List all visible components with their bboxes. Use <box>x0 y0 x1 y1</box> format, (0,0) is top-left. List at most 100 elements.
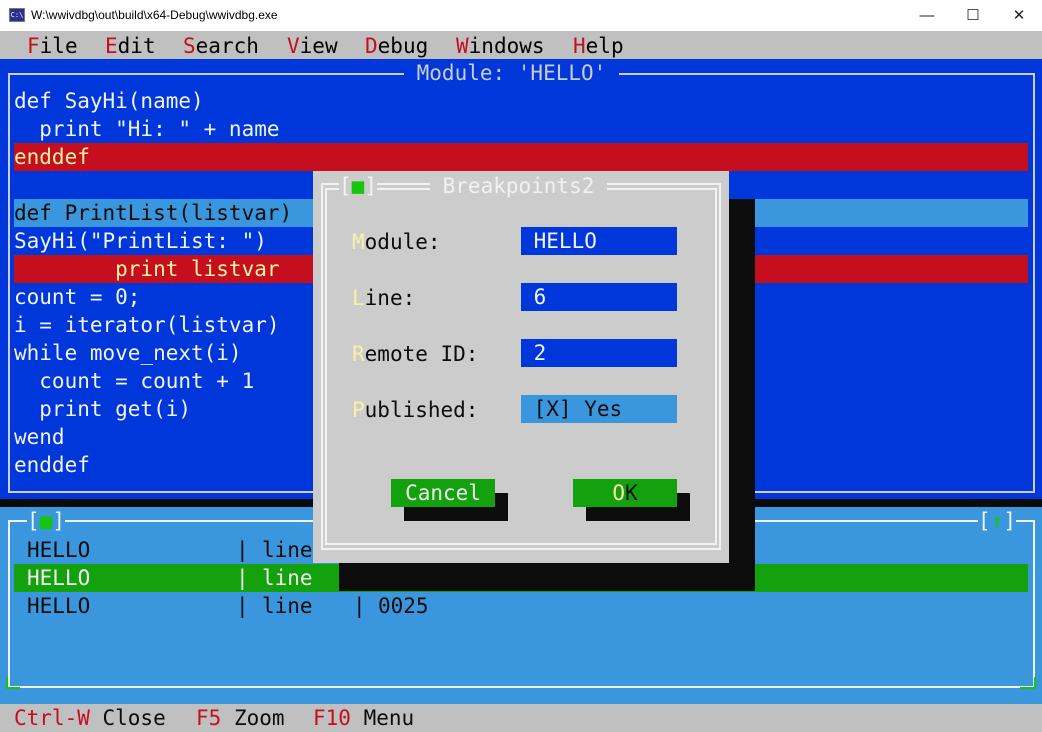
resize-corner-right[interactable] <box>1034 677 1036 689</box>
ok-label: O <box>612 481 625 505</box>
maximize-button[interactable]: ☐ <box>950 0 996 31</box>
menu-windows-label: indows <box>468 34 545 58</box>
row-separator: | <box>236 538 249 562</box>
code-line[interactable]: count = count + 1 <box>14 367 254 395</box>
remote-id-label-hotkey: R <box>352 342 365 366</box>
dialog-frame-bottom-inner <box>325 543 717 545</box>
code-line[interactable]: count = 0; <box>14 283 140 311</box>
list-frame-bottom <box>8 686 1035 688</box>
menu-file[interactable]: File <box>27 34 78 58</box>
row-type: line <box>262 594 313 618</box>
ok-button[interactable]: OK <box>573 479 677 507</box>
scroll-up-icon: ↑ <box>990 509 1004 533</box>
menu-help[interactable]: Help <box>573 34 624 58</box>
code-frame-left <box>8 73 10 493</box>
published-checkbox[interactable]: [X] Yes <box>521 395 677 423</box>
row-line: 0025 <box>378 594 429 618</box>
status-zoom-key: F5 <box>196 706 222 730</box>
status-close-key: Ctrl-W <box>14 706 90 730</box>
line-label-hotkey: L <box>352 286 365 310</box>
code-line-breakpoint[interactable]: enddef <box>14 143 90 171</box>
line-label: Line: <box>352 284 415 312</box>
code-line[interactable]: enddef <box>14 451 90 479</box>
row-separator: | <box>353 594 366 618</box>
dialog-shadow-bottom <box>339 563 755 591</box>
published-label-hotkey: P <box>352 398 365 422</box>
module-label: Module: <box>352 228 441 256</box>
remote-id-field[interactable]: 2 <box>521 339 677 367</box>
menu-help-hotkey: H <box>573 34 586 58</box>
menu-edit-label: dit <box>117 34 156 58</box>
menu-help-label: elp <box>585 34 624 58</box>
menu-view[interactable]: View <box>287 34 338 58</box>
code-line[interactable]: i = iterator(listvar) <box>14 311 280 339</box>
code-line-breakpoint[interactable]: print listvar <box>14 255 279 283</box>
line-field[interactable]: 6 <box>521 283 677 311</box>
status-menu[interactable]: F10 Menu <box>313 704 414 732</box>
close-box-icon: ■ <box>351 174 365 198</box>
dialog-close-control[interactable]: [■] <box>339 172 377 200</box>
status-zoom[interactable]: F5 Zoom <box>196 704 285 732</box>
maximize-icon: ☐ <box>966 7 980 24</box>
dialog-frame-bottom-outer <box>321 548 721 550</box>
status-zoom-label: Zoom <box>221 706 285 730</box>
menu-debug-label: ebug <box>377 34 429 58</box>
minimize-button[interactable]: — <box>904 0 950 31</box>
code-line[interactable]: print get(i) <box>14 395 191 423</box>
row-module: HELLO <box>27 594 91 618</box>
status-close[interactable]: Ctrl-W Close <box>14 704 166 732</box>
code-window-title: Module: 'HELLO' <box>404 59 619 87</box>
menu-bar: File Edit Search View Debug Windows Help <box>0 31 1042 59</box>
close-box-icon: ■ <box>39 509 53 533</box>
close-icon: ✕ <box>1012 7 1026 24</box>
code-line[interactable]: def SayHi(name) <box>14 87 204 115</box>
menu-search[interactable]: Search <box>183 34 259 58</box>
breakpoint-highlight-row <box>14 143 1028 171</box>
row-module: HELLO <box>27 538 91 562</box>
menu-edit-hotkey: E <box>105 34 118 58</box>
module-field[interactable]: HELLO <box>521 227 677 255</box>
published-label-text: ublished: <box>364 398 479 422</box>
app-icon-text: C:\ <box>10 11 24 19</box>
remote-id-label-text: emote ID: <box>364 342 479 366</box>
row-separator: | <box>236 566 249 590</box>
menu-debug[interactable]: Debug <box>365 34 428 58</box>
module-label-text: odule: <box>364 230 441 254</box>
code-line[interactable]: while move_next(i) <box>14 339 242 367</box>
menu-windows-hotkey: W <box>456 34 469 58</box>
status-close-label: Close <box>89 706 166 730</box>
row-module: HELLO <box>27 566 91 590</box>
code-line[interactable]: SayHi("PrintList: ") <box>14 227 267 255</box>
row-type: line <box>262 538 313 562</box>
close-button[interactable]: ✕ <box>996 0 1042 31</box>
dialog-frame-right-inner <box>715 188 717 545</box>
list-scroll-control[interactable]: [↑] <box>978 507 1016 535</box>
remote-id-label: Remote ID: <box>352 340 478 368</box>
row-type: line <box>262 566 313 590</box>
dialog-frame-right-outer <box>719 183 721 550</box>
code-line-selected[interactable]: def PrintList(listvar) <box>14 199 292 227</box>
cancel-button[interactable]: Cancel <box>391 479 495 507</box>
menu-view-label: iew <box>299 34 338 58</box>
table-row[interactable]: HELLO | line | 0025 <box>14 592 1028 620</box>
status-menu-label: Menu <box>350 706 415 730</box>
row-separator: | <box>236 594 249 618</box>
menu-windows[interactable]: Windows <box>456 34 545 58</box>
console-app-icon: C:\ <box>9 8 25 22</box>
code-line[interactable]: wend <box>14 423 65 451</box>
dialog-frame-left-inner <box>325 188 327 545</box>
resize-corner-left-base <box>6 687 20 689</box>
menu-edit[interactable]: Edit <box>105 34 156 58</box>
module-label-hotkey: M <box>352 230 365 254</box>
dialog-title: Breakpoints2 <box>430 172 608 200</box>
list-close-control[interactable]: [■] <box>27 507 65 535</box>
window-titlebar: C:\ W:\wwivdbg\out\build\x64-Debug\wwivd… <box>0 0 1042 31</box>
code-line[interactable]: print "Hi: " + name <box>14 115 279 143</box>
list-frame-left <box>8 520 10 688</box>
published-label: Published: <box>352 396 478 424</box>
menu-view-hotkey: V <box>287 34 300 58</box>
list-frame-right <box>1033 520 1035 688</box>
menu-file-hotkey: F <box>27 34 40 58</box>
dialog-frame-left-outer <box>321 183 323 550</box>
code-frame-right <box>1033 73 1035 493</box>
